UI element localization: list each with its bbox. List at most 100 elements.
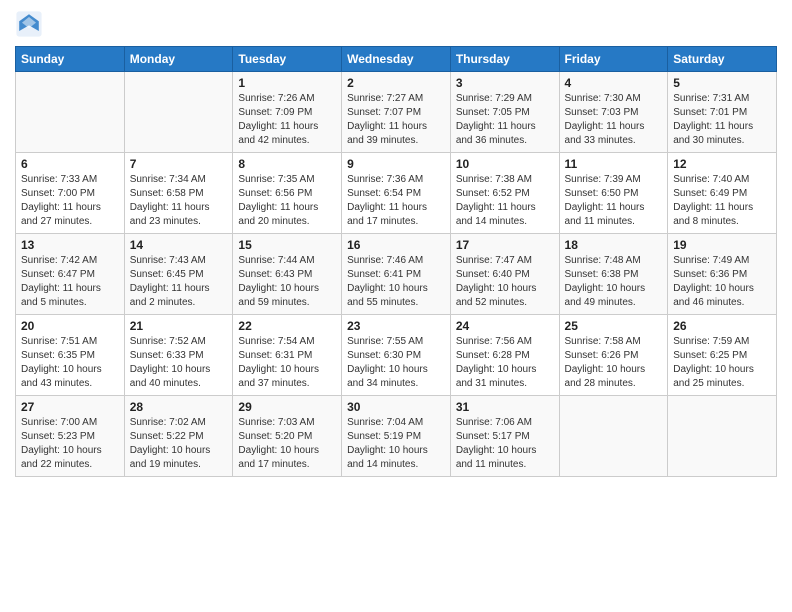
day-info: Sunrise: 7:30 AMSunset: 7:03 PMDaylight:…: [565, 92, 663, 148]
day-number: 23: [347, 319, 445, 333]
day-info: Sunrise: 7:46 AMSunset: 6:41 PMDaylight:…: [347, 254, 445, 310]
day-number: 21: [130, 319, 228, 333]
day-info: Sunrise: 7:34 AMSunset: 6:58 PMDaylight:…: [130, 173, 228, 229]
day-number: 27: [21, 400, 119, 414]
day-number: 18: [565, 238, 663, 252]
day-cell: 5 Sunrise: 7:31 AMSunset: 7:01 PMDaylight…: [668, 72, 777, 153]
day-cell: 11 Sunrise: 7:39 AMSunset: 6:50 PMDayligh…: [559, 153, 668, 234]
day-info: Sunrise: 7:39 AMSunset: 6:50 PMDaylight:…: [565, 173, 663, 229]
day-info: Sunrise: 7:04 AMSunset: 5:19 PMDaylight:…: [347, 416, 445, 472]
day-cell: [16, 72, 125, 153]
day-cell: 6Sunrise: 7:33 AMSunset: 7:00 PMDaylight…: [16, 153, 125, 234]
weekday-header-friday: Friday: [559, 47, 668, 72]
day-cell: 10Sunrise: 7:38 AMSunset: 6:52 PMDayligh…: [450, 153, 559, 234]
week-row-3: 13 Sunrise: 7:42 AMSunset: 6:47 PMDayligh…: [16, 234, 777, 315]
day-number: 12: [673, 157, 771, 171]
day-info: Sunrise: 7:59 AMSunset: 6:25 PMDaylight:…: [673, 335, 771, 391]
day-info: Sunrise: 7:06 AMSunset: 5:17 PMDaylight:…: [456, 416, 554, 472]
day-cell: 20Sunrise: 7:51 AMSunset: 6:35 PMDayligh…: [16, 315, 125, 396]
day-cell: 8Sunrise: 7:35 AMSunset: 6:56 PMDaylight…: [233, 153, 342, 234]
day-info: Sunrise: 7:26 AMSunset: 7:09 PMDaylight:…: [238, 92, 336, 148]
day-info: Sunrise: 7:35 AMSunset: 6:56 PMDaylight:…: [238, 173, 336, 229]
day-cell: 19 Sunrise: 7:49 AMSunset: 6:36 PMDayligh…: [668, 234, 777, 315]
day-number: 10: [456, 157, 554, 171]
day-info: Sunrise: 7:40 AMSunset: 6:49 PMDaylight:…: [673, 173, 771, 229]
day-info: Sunrise: 7:51 AMSunset: 6:35 PMDaylight:…: [21, 335, 119, 391]
day-info: Sunrise: 7:29 AMSunset: 7:05 PMDaylight:…: [456, 92, 554, 148]
day-number: 14: [130, 238, 228, 252]
day-number: 1: [238, 76, 336, 90]
day-info: Sunrise: 7:58 AMSunset: 6:26 PMDaylight:…: [565, 335, 663, 391]
day-cell: 26 Sunrise: 7:59 AMSunset: 6:25 PMDayligh…: [668, 315, 777, 396]
day-cell: 21 Sunrise: 7:52 AMSunset: 6:33 PMDayligh…: [124, 315, 233, 396]
day-number: 3: [456, 76, 554, 90]
day-number: 16: [347, 238, 445, 252]
day-cell: 23 Sunrise: 7:55 AMSunset: 6:30 PMDayligh…: [342, 315, 451, 396]
day-cell: 4Sunrise: 7:30 AMSunset: 7:03 PMDaylight…: [559, 72, 668, 153]
day-number: 11: [565, 157, 663, 171]
day-cell: [559, 396, 668, 477]
day-cell: 25 Sunrise: 7:58 AMSunset: 6:26 PMDayligh…: [559, 315, 668, 396]
weekday-header-sunday: Sunday: [16, 47, 125, 72]
day-cell: 7 Sunrise: 7:34 AMSunset: 6:58 PMDaylight…: [124, 153, 233, 234]
header: [15, 10, 777, 38]
day-info: Sunrise: 7:00 AMSunset: 5:23 PMDaylight:…: [21, 416, 119, 472]
day-info: Sunrise: 7:31 AMSunset: 7:01 PMDaylight:…: [673, 92, 771, 148]
day-info: Sunrise: 7:42 AMSunset: 6:47 PMDaylight:…: [21, 254, 119, 310]
day-cell: 1 Sunrise: 7:26 AMSunset: 7:09 PMDaylight…: [233, 72, 342, 153]
day-info: Sunrise: 7:52 AMSunset: 6:33 PMDaylight:…: [130, 335, 228, 391]
day-cell: 9 Sunrise: 7:36 AMSunset: 6:54 PMDaylight…: [342, 153, 451, 234]
day-cell: 31 Sunrise: 7:06 AMSunset: 5:17 PMDayligh…: [450, 396, 559, 477]
weekday-header-row: SundayMondayTuesdayWednesdayThursdayFrid…: [16, 47, 777, 72]
day-info: Sunrise: 7:03 AMSunset: 5:20 PMDaylight:…: [238, 416, 336, 472]
day-cell: 24 Sunrise: 7:56 AMSunset: 6:28 PMDayligh…: [450, 315, 559, 396]
day-cell: 27 Sunrise: 7:00 AMSunset: 5:23 PMDayligh…: [16, 396, 125, 477]
week-row-4: 20Sunrise: 7:51 AMSunset: 6:35 PMDayligh…: [16, 315, 777, 396]
day-info: Sunrise: 7:43 AMSunset: 6:45 PMDaylight:…: [130, 254, 228, 310]
weekday-header-monday: Monday: [124, 47, 233, 72]
day-info: Sunrise: 7:54 AMSunset: 6:31 PMDaylight:…: [238, 335, 336, 391]
day-number: 5: [673, 76, 771, 90]
day-info: Sunrise: 7:55 AMSunset: 6:30 PMDaylight:…: [347, 335, 445, 391]
day-number: 29: [238, 400, 336, 414]
calendar-table: SundayMondayTuesdayWednesdayThursdayFrid…: [15, 46, 777, 477]
day-number: 31: [456, 400, 554, 414]
day-cell: 28 Sunrise: 7:02 AMSunset: 5:22 PMDayligh…: [124, 396, 233, 477]
day-cell: 13 Sunrise: 7:42 AMSunset: 6:47 PMDayligh…: [16, 234, 125, 315]
logo-icon: [15, 10, 43, 38]
day-cell: 22 Sunrise: 7:54 AMSunset: 6:31 PMDayligh…: [233, 315, 342, 396]
day-number: 9: [347, 157, 445, 171]
day-info: Sunrise: 7:44 AMSunset: 6:43 PMDaylight:…: [238, 254, 336, 310]
logo: [15, 10, 47, 38]
weekday-header-wednesday: Wednesday: [342, 47, 451, 72]
day-cell: 14 Sunrise: 7:43 AMSunset: 6:45 PMDayligh…: [124, 234, 233, 315]
day-number: 19: [673, 238, 771, 252]
day-info: Sunrise: 7:02 AMSunset: 5:22 PMDaylight:…: [130, 416, 228, 472]
day-number: 24: [456, 319, 554, 333]
day-cell: 17Sunrise: 7:47 AMSunset: 6:40 PMDayligh…: [450, 234, 559, 315]
day-info: Sunrise: 7:49 AMSunset: 6:36 PMDaylight:…: [673, 254, 771, 310]
day-number: 15: [238, 238, 336, 252]
day-number: 17: [456, 238, 554, 252]
day-number: 13: [21, 238, 119, 252]
day-info: Sunrise: 7:36 AMSunset: 6:54 PMDaylight:…: [347, 173, 445, 229]
day-number: 28: [130, 400, 228, 414]
day-cell: 18 Sunrise: 7:48 AMSunset: 6:38 PMDayligh…: [559, 234, 668, 315]
day-cell: 3 Sunrise: 7:29 AMSunset: 7:05 PMDaylight…: [450, 72, 559, 153]
week-row-1: 1 Sunrise: 7:26 AMSunset: 7:09 PMDaylight…: [16, 72, 777, 153]
day-number: 25: [565, 319, 663, 333]
day-number: 22: [238, 319, 336, 333]
day-number: 7: [130, 157, 228, 171]
day-info: Sunrise: 7:56 AMSunset: 6:28 PMDaylight:…: [456, 335, 554, 391]
day-cell: [668, 396, 777, 477]
day-number: 6: [21, 157, 119, 171]
day-info: Sunrise: 7:48 AMSunset: 6:38 PMDaylight:…: [565, 254, 663, 310]
week-row-2: 6Sunrise: 7:33 AMSunset: 7:00 PMDaylight…: [16, 153, 777, 234]
day-info: Sunrise: 7:27 AMSunset: 7:07 PMDaylight:…: [347, 92, 445, 148]
weekday-header-tuesday: Tuesday: [233, 47, 342, 72]
weekday-header-saturday: Saturday: [668, 47, 777, 72]
day-cell: 29 Sunrise: 7:03 AMSunset: 5:20 PMDayligh…: [233, 396, 342, 477]
day-number: 26: [673, 319, 771, 333]
calendar-container: SundayMondayTuesdayWednesdayThursdayFrid…: [0, 0, 792, 487]
weekday-header-thursday: Thursday: [450, 47, 559, 72]
